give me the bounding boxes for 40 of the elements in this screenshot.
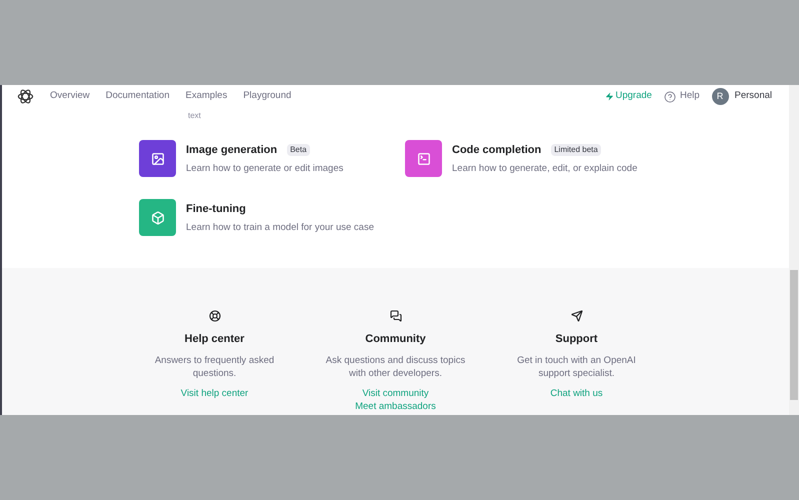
- support-link[interactable]: Chat with us: [550, 386, 603, 400]
- guide-description: Learn how to train a model for your use case: [186, 220, 374, 234]
- lifebuoy-icon: [208, 310, 220, 322]
- nav-link[interactable]: Examples: [186, 89, 228, 104]
- support-title: Support: [555, 332, 598, 347]
- support-link[interactable]: Visit community: [355, 386, 436, 400]
- bolt-icon: [604, 92, 614, 101]
- guide-description: Learn how to generate or edit images: [186, 162, 344, 176]
- guide-title[interactable]: Fine-tuning: [186, 201, 246, 218]
- support-description: Get in touch with an OpenAI support specialist.: [516, 354, 637, 380]
- support-title: Community: [365, 332, 426, 347]
- account-name[interactable]: Personal: [734, 89, 772, 104]
- image-icon: [150, 152, 164, 166]
- guide-tile[interactable]: [139, 140, 176, 177]
- guide-title[interactable]: Image generation: [186, 142, 278, 158]
- guide-tile[interactable]: [139, 199, 176, 236]
- guide-badge: Limited beta: [551, 144, 601, 156]
- upgrade-link[interactable]: Upgrade: [604, 89, 652, 104]
- support-title: Help center: [184, 332, 244, 347]
- guide-description: text: [188, 112, 201, 120]
- chat-bubbles-icon: [390, 310, 402, 322]
- guide-badge: Beta: [287, 144, 310, 156]
- terminal-icon: [416, 152, 430, 166]
- guide-title[interactable]: Code completion: [452, 142, 542, 158]
- guide-description: Learn how to generate, edit, or explain code: [452, 162, 638, 176]
- support-description: Ask questions and discuss topics with other developers.: [326, 354, 466, 380]
- support-link[interactable]: Visit help center: [180, 386, 248, 400]
- support-link[interactable]: Meet ambassadors: [355, 400, 436, 412]
- send-icon: [570, 310, 582, 322]
- logo-icon[interactable]: [17, 88, 34, 105]
- nav-link[interactable]: Playground: [243, 89, 292, 104]
- scrollbar-thumb[interactable]: [790, 270, 798, 400]
- cube-icon: [150, 210, 164, 224]
- avatar[interactable]: R: [712, 88, 728, 105]
- help-link[interactable]: Help: [664, 89, 700, 104]
- help-icon: [664, 90, 676, 102]
- guide-tile[interactable]: [405, 140, 442, 177]
- nav-link[interactable]: Documentation: [106, 89, 170, 104]
- nav-link[interactable]: Overview: [50, 89, 90, 104]
- support-description: Answers to frequently asked questions.: [154, 354, 276, 380]
